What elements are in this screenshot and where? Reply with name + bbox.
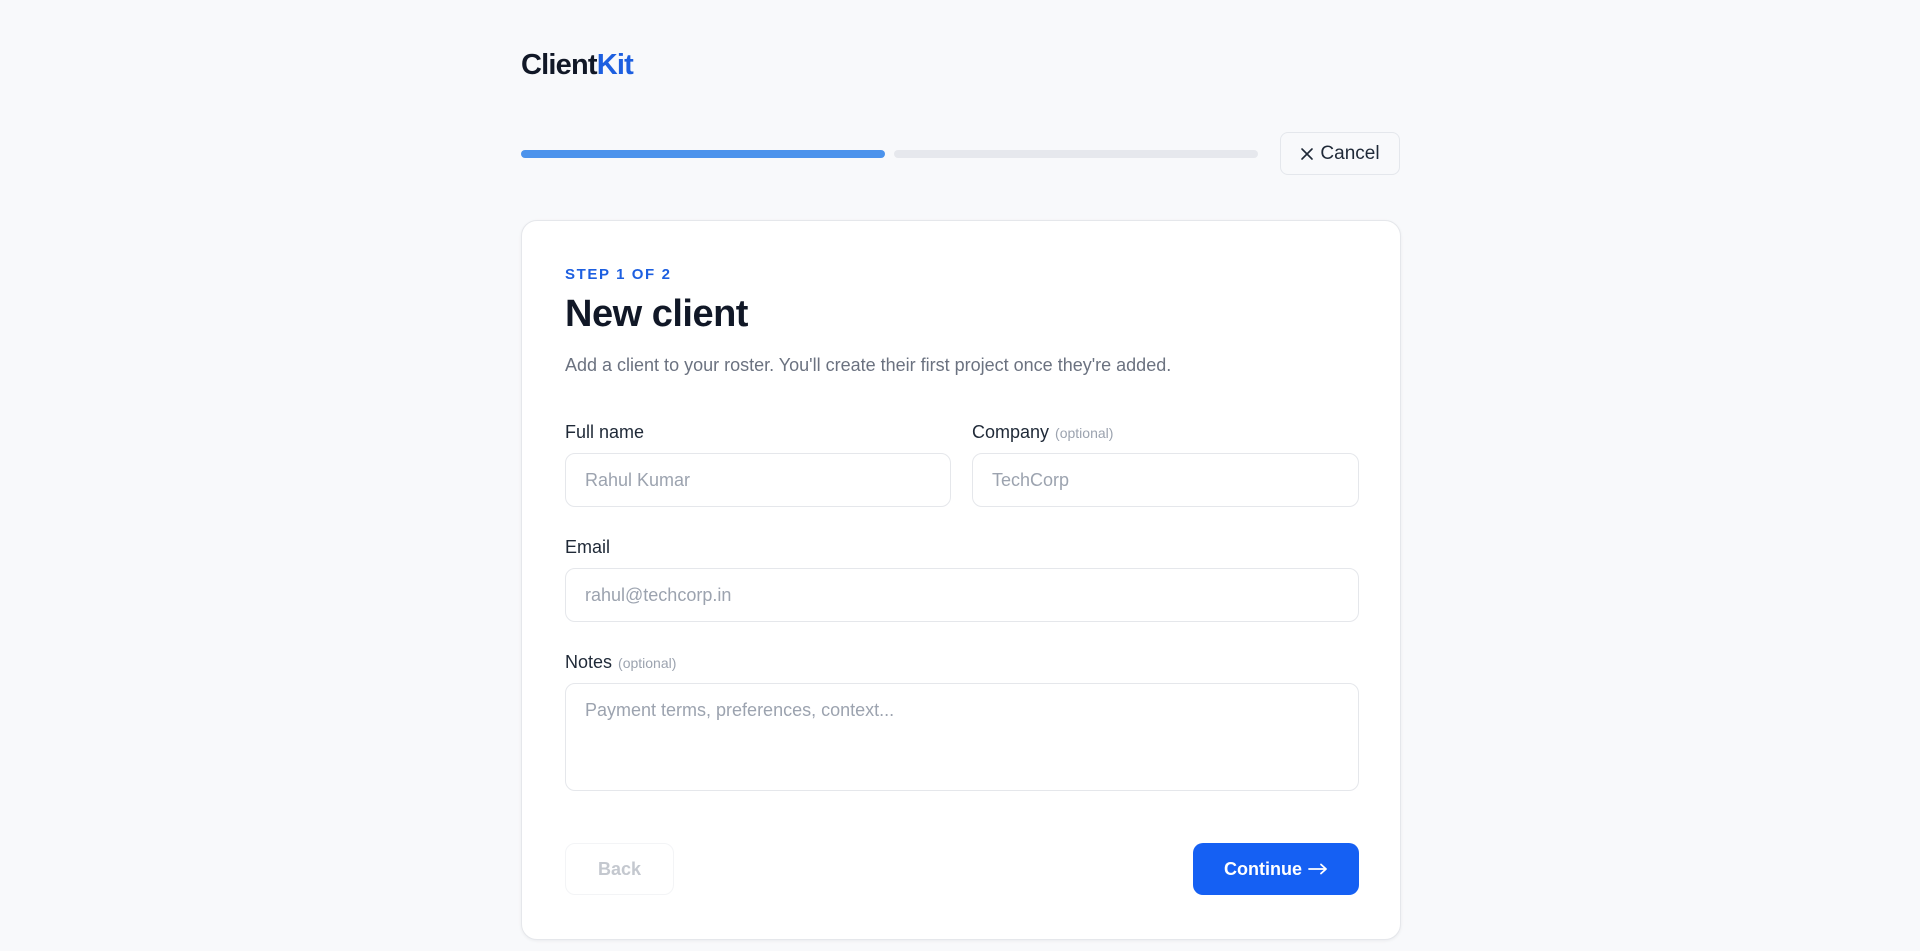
company-label-text: Company [972, 422, 1050, 442]
notes-label-text: Notes [565, 652, 613, 672]
company-input[interactable] [972, 453, 1359, 507]
optional-tag: (optional) [1055, 425, 1114, 441]
email-label: Email [565, 537, 610, 558]
notes-label: Notes (optional) [565, 652, 676, 673]
progress-bar-remaining [894, 150, 1258, 158]
logo-text-kit: Kit [596, 49, 634, 81]
page-title: New client [565, 293, 748, 335]
app-logo: ClientKit [521, 49, 634, 82]
page-subtitle: Add a client to your roster. You'll crea… [565, 355, 1172, 375]
notes-textarea[interactable] [565, 683, 1359, 791]
back-button-label: Back [597, 858, 642, 879]
full-name-label-text: Full name [565, 422, 645, 442]
email-input[interactable] [565, 568, 1359, 622]
continue-button[interactable]: Continue [1193, 843, 1359, 895]
close-icon [1300, 147, 1314, 161]
arrow-right-icon [1308, 859, 1328, 880]
step-indicator: STEP 1 OF 2 [565, 266, 672, 283]
back-button[interactable]: Back [565, 843, 674, 895]
new-client-form-card: STEP 1 OF 2 New client Add a client to y… [521, 220, 1401, 940]
cancel-button-label: Cancel [1320, 142, 1380, 164]
logo-text-client: Client [521, 49, 598, 81]
optional-tag: (optional) [618, 655, 677, 671]
company-label: Company (optional) [972, 422, 1113, 443]
progress-bar-completed [521, 150, 885, 158]
email-label-text: Email [565, 537, 611, 557]
cancel-button[interactable]: Cancel [1280, 132, 1400, 175]
continue-button-label: Continue [1224, 858, 1302, 879]
full-name-input[interactable] [565, 453, 951, 507]
full-name-label: Full name [565, 422, 644, 443]
